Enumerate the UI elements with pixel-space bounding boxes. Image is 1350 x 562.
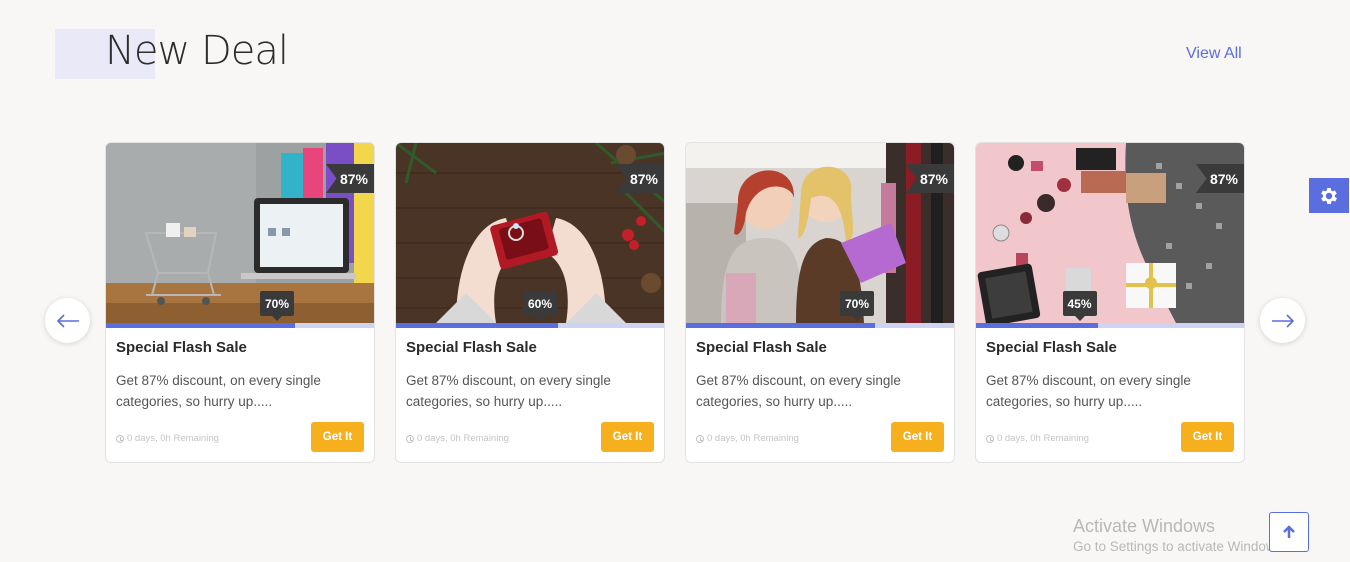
timer-text: 0 days, 0h Remaining bbox=[127, 433, 219, 444]
clock-icon bbox=[406, 434, 414, 443]
watermark-title: Activate Windows bbox=[1073, 516, 1216, 536]
arrow-up-icon bbox=[1283, 525, 1295, 538]
card-timer: 0 days, 0h Remaining bbox=[986, 433, 1089, 444]
card-timer: 0 days, 0h Remaining bbox=[406, 433, 509, 444]
scroll-to-top-button[interactable] bbox=[1269, 512, 1309, 552]
progress-fill bbox=[106, 323, 295, 328]
card-description: Get 87% discount, on every single catego… bbox=[696, 373, 901, 409]
get-it-button[interactable]: Get It bbox=[891, 422, 944, 452]
timer-text: 0 days, 0h Remaining bbox=[417, 433, 509, 444]
clock-icon bbox=[116, 434, 124, 443]
card-title: Special Flash Sale bbox=[116, 339, 247, 356]
deal-card[interactable]: 87% 70% Special Flash Sale Get 87% disco… bbox=[105, 142, 375, 463]
arrow-right-icon bbox=[1271, 313, 1294, 328]
deal-card[interactable]: 87% 70% Special Flash Sale Get 87% disco… bbox=[685, 142, 955, 463]
clock-icon bbox=[986, 434, 994, 443]
card-description: Get 87% discount, on every single catego… bbox=[406, 373, 611, 409]
get-it-button[interactable]: Get It bbox=[1181, 422, 1234, 452]
timer-text: 0 days, 0h Remaining bbox=[997, 433, 1089, 444]
card-timer: 0 days, 0h Remaining bbox=[116, 433, 219, 444]
progress-label: 70% bbox=[260, 291, 294, 321]
card-title: Special Flash Sale bbox=[406, 339, 537, 356]
carousel-prev-button[interactable] bbox=[45, 298, 90, 343]
progress-label: 60% bbox=[523, 291, 557, 321]
progress-fill bbox=[396, 323, 558, 328]
card-description: Get 87% discount, on every single catego… bbox=[986, 373, 1191, 409]
progress-bar bbox=[686, 323, 954, 328]
progress-fill bbox=[686, 323, 875, 328]
progress-bar bbox=[106, 323, 374, 328]
timer-text: 0 days, 0h Remaining bbox=[707, 433, 799, 444]
progress-bar bbox=[396, 323, 664, 328]
get-it-button[interactable]: Get It bbox=[311, 422, 364, 452]
progress-label: 45% bbox=[1062, 291, 1097, 321]
deal-card[interactable]: 87% 45% Special Flash Sale Get 87% disco… bbox=[975, 142, 1245, 463]
deal-card[interactable]: 87% 60% Special Flash Sale Get 87% disco… bbox=[395, 142, 665, 463]
page-title: New Deal bbox=[105, 28, 289, 74]
watermark-subtitle: Go to Settings to activate Windows. bbox=[1073, 539, 1287, 554]
card-timer: 0 days, 0h Remaining bbox=[696, 433, 799, 444]
progress-fill bbox=[976, 323, 1098, 328]
settings-button[interactable] bbox=[1309, 178, 1349, 213]
get-it-button[interactable]: Get It bbox=[601, 422, 654, 452]
progress-label: 70% bbox=[840, 291, 874, 321]
progress-bar bbox=[976, 323, 1244, 328]
windows-activation-watermark: Activate Windows Go to Settings to activ… bbox=[1073, 516, 1286, 554]
card-title: Special Flash Sale bbox=[696, 339, 827, 356]
card-description: Get 87% discount, on every single catego… bbox=[116, 373, 321, 409]
gear-icon bbox=[1321, 187, 1337, 204]
clock-icon bbox=[696, 434, 704, 443]
arrow-left-icon bbox=[56, 313, 79, 328]
card-title: Special Flash Sale bbox=[986, 339, 1117, 356]
carousel-next-button[interactable] bbox=[1260, 298, 1305, 343]
view-all-link[interactable]: View All bbox=[1186, 45, 1242, 63]
